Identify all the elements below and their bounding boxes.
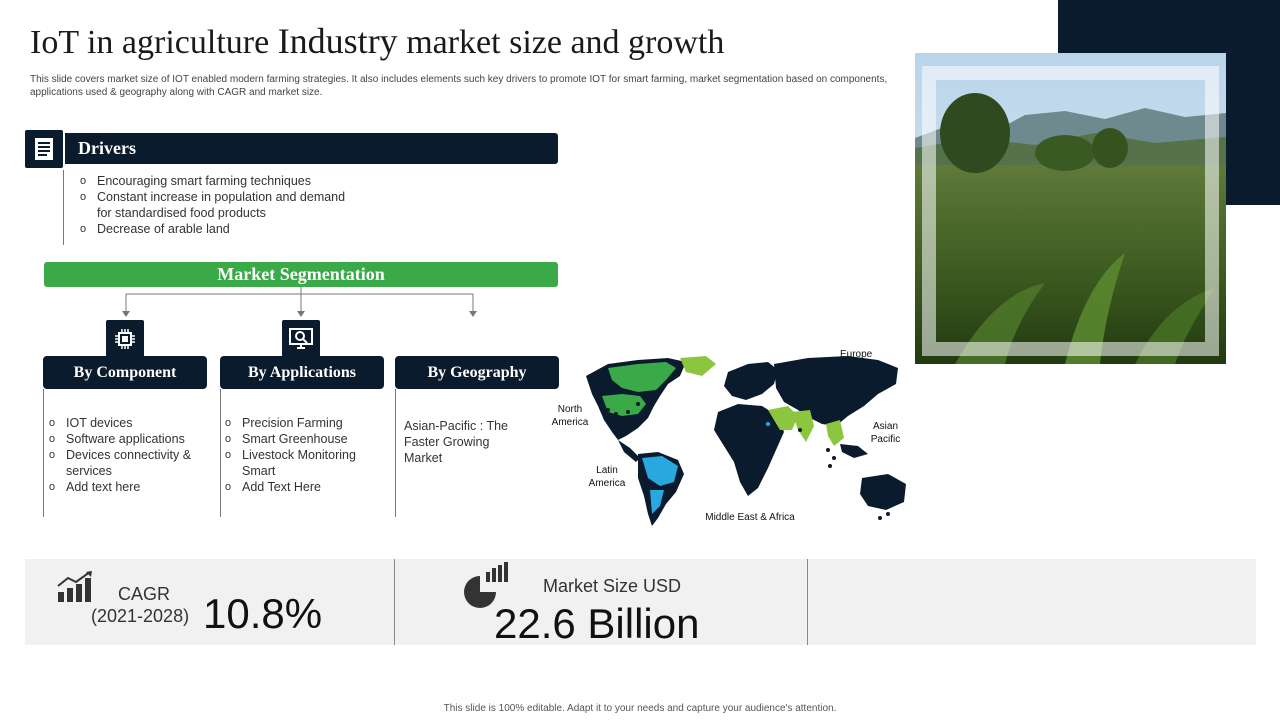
applications-list: Precision Farming Smart Greenhouse Lives… — [223, 415, 383, 495]
list-item: Add text here — [47, 479, 212, 495]
stats-divider-2 — [807, 559, 808, 645]
list-item: Smart Greenhouse — [223, 431, 383, 447]
world-map: Europe North America Asian Pacific Latin… — [552, 349, 913, 530]
label-europe: Europe — [840, 349, 873, 360]
component-heading: By Component — [73, 363, 177, 381]
label-north-america: North America — [551, 404, 589, 428]
label-latin-america: Latin America — [588, 465, 626, 489]
market-size-value: 22.6 Billion — [494, 600, 700, 647]
segmentation-connectors — [122, 287, 477, 317]
list-item: Precision Farming — [223, 415, 383, 431]
applications-divider — [220, 389, 221, 517]
cagr-value: 10.8% — [203, 590, 323, 637]
component-list: IOT devices Software applications Device… — [47, 415, 212, 495]
growth-chart-icon — [57, 571, 92, 602]
geography-heading: By Geography — [427, 363, 527, 381]
label-asian-pacific: Asian Pacific — [870, 421, 901, 445]
list-item: Devices connectivity & services — [47, 447, 197, 479]
list-item: Encouraging smart farming techniques — [78, 173, 348, 189]
list-item: Constant increase in population and dema… — [78, 189, 348, 221]
by-component-header: By Component — [43, 356, 207, 389]
stats-divider-1 — [394, 559, 395, 645]
drivers-heading: Drivers — [78, 138, 136, 158]
title-part-2: Industry — [277, 21, 398, 61]
drivers-divider — [63, 170, 64, 245]
title-part-1: IoT in agriculture — [30, 24, 278, 61]
geography-text: Asian-Pacific : The Faster Growing Marke… — [404, 419, 508, 465]
segmentation-heading: Market Segmentation — [217, 264, 385, 284]
component-divider — [43, 389, 44, 517]
drivers-list: Encouraging smart farming techniques Con… — [78, 173, 348, 237]
market-segmentation-header: Market Segmentation — [44, 262, 558, 287]
crop-field-photo — [915, 53, 1226, 364]
cagr-label: CAGR — [118, 584, 171, 604]
monitor-search-icon — [280, 318, 322, 360]
by-geography-header: By Geography — [395, 356, 559, 389]
geography-divider — [395, 389, 396, 517]
chip-icon — [104, 318, 146, 360]
label-middle-east-africa: Middle East & Africa — [705, 512, 795, 523]
applications-heading: By Applications — [247, 363, 357, 381]
list-item: Add Text Here — [223, 479, 383, 495]
cagr-years: (2021-2028) — [91, 606, 190, 626]
slide-title: IoT in agriculture Industry market size … — [30, 20, 724, 62]
by-applications-header: By Applications — [220, 356, 384, 389]
list-item: Software applications — [47, 431, 212, 447]
list-item: Decrease of arable land — [78, 221, 348, 237]
slide-subtitle: This slide covers market size of IOT ena… — [30, 74, 888, 98]
list-item: IOT devices — [47, 415, 212, 431]
list-item: Livestock Monitoring Smart — [223, 447, 373, 479]
drivers-header: Drivers — [42, 133, 558, 164]
footer-note: This slide is 100% editable. Adapt it to… — [443, 703, 837, 714]
market-size-label: Market Size USD — [543, 576, 682, 596]
document-icon — [23, 128, 65, 170]
title-part-3: market size and growth — [397, 24, 725, 61]
